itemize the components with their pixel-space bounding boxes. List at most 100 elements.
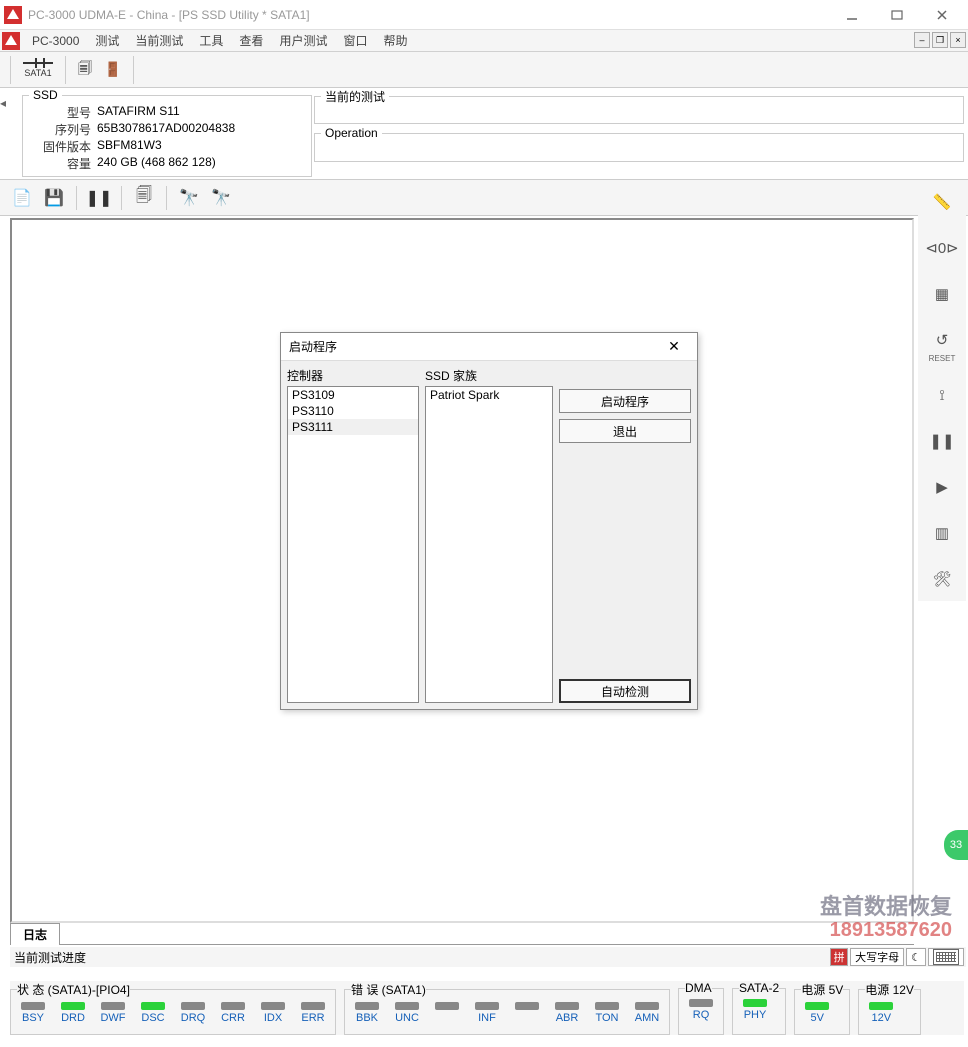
led-label: DWF (100, 1012, 125, 1024)
vpause-button[interactable]: ❚❚ (928, 427, 956, 455)
menu-test[interactable]: 测试 (87, 30, 127, 51)
ssd-row-value: SATAFIRM S11 (97, 104, 305, 121)
connector-icon[interactable]: ⊲0⊳ (928, 234, 956, 262)
led-label: DSC (141, 1012, 164, 1024)
menu-pc3000[interactable]: PC-3000 (24, 32, 87, 50)
status-group: 电源 12V12V (858, 981, 921, 1035)
right-toolbar: 📏 ⊲0⊳ ▦ ↺ RESET ⟟ ❚❚ ▶ ▥ 🛠 (918, 180, 966, 601)
play-icon[interactable]: ▶ (928, 473, 956, 501)
led-light (101, 1002, 125, 1010)
exit-button[interactable]: 🚪 (98, 59, 127, 80)
status-led: PHY (739, 999, 771, 1021)
status-led: 5V (801, 1002, 833, 1024)
led-light (21, 1002, 45, 1010)
collapse-left-icon[interactable]: ◂ (0, 88, 12, 179)
ssd-family-item[interactable]: Patriot Spark (426, 387, 552, 403)
start-program-button[interactable]: 启动程序 (559, 389, 691, 413)
status-led (431, 1002, 463, 1024)
chip-icon[interactable]: ▦ (928, 280, 956, 308)
reset-button[interactable]: ↺ (928, 326, 956, 354)
led-label: BSY (22, 1012, 44, 1024)
ssd-row-label: 固件版本 (29, 138, 91, 155)
minimize-button[interactable] (829, 1, 874, 29)
status-led: BSY (17, 1002, 49, 1024)
find-next-button[interactable]: 🔭 (207, 184, 235, 212)
dialog-close-button[interactable]: ✕ (659, 335, 689, 359)
led-label: IDX (264, 1012, 282, 1024)
status-group-title: 电源 12V (865, 981, 914, 998)
mdi-close-icon[interactable]: × (950, 32, 966, 48)
keyboard-icon[interactable] (928, 948, 964, 966)
led-label: CRR (221, 1012, 245, 1024)
status-led: ERR (297, 1002, 329, 1024)
led-label: INF (478, 1012, 496, 1024)
duplicate-button[interactable]: 🗐 (130, 184, 158, 212)
led-label: DRD (61, 1012, 85, 1024)
menu-user-test[interactable]: 用户测试 (271, 30, 335, 51)
led-light (515, 1002, 539, 1010)
controller-item[interactable]: PS3109 (288, 387, 418, 403)
info-panel: ◂ SSD 型号SATAFIRM S11序列号65B3078617AD00204… (0, 88, 968, 180)
controller-list[interactable]: PS3109PS3110PS3111 (287, 386, 419, 703)
sata1-button[interactable]: SATA1 (17, 60, 59, 80)
window-titlebar: PC-3000 UDMA-E - China - [PS SSD Utility… (0, 0, 968, 30)
status-led: RQ (685, 999, 717, 1021)
mdi-minimize-icon[interactable]: – (914, 32, 930, 48)
log-tab[interactable]: 日志 (10, 923, 60, 945)
controller-item[interactable]: PS3110 (288, 403, 418, 419)
ssd-family-list[interactable]: Patriot Spark (425, 386, 553, 703)
led-label: 5V (811, 1012, 824, 1024)
led-light (61, 1002, 85, 1010)
led-light (595, 1002, 619, 1010)
dialog-title: 启动程序 (289, 338, 659, 355)
exit-dialog-button[interactable]: 退出 (559, 419, 691, 443)
duplicate-icon: 🗐 (136, 184, 152, 211)
menu-view[interactable]: 查看 (231, 30, 271, 51)
maximize-button[interactable] (874, 1, 919, 29)
status-group: SATA-2PHY (732, 981, 786, 1035)
led-light (141, 1002, 165, 1010)
mdi-restore-icon[interactable]: ❐ (932, 32, 948, 48)
new-doc-button[interactable]: 📄 (8, 184, 36, 212)
led-light (181, 1002, 205, 1010)
auto-detect-button[interactable]: 自动检测 (559, 679, 691, 703)
led-label: TON (595, 1012, 618, 1024)
ime-status: 拼 大写字母 ☾ (830, 947, 964, 967)
led-label: ABR (556, 1012, 579, 1024)
ssd-row-value: 240 GB (468 862 128) (97, 155, 305, 172)
resistor-icon[interactable]: ⟟ (928, 381, 956, 409)
ruler-icon[interactable]: 📏 (928, 188, 956, 216)
menu-help[interactable]: 帮助 (375, 30, 415, 51)
ime-mode-label[interactable]: 大写字母 (850, 948, 904, 966)
green-badge[interactable]: 33 (944, 830, 968, 860)
progress-bar: 当前测试进度 (10, 947, 966, 967)
app-icon-small (2, 32, 20, 50)
led-light (301, 1002, 325, 1010)
progress-label: 当前测试进度 (14, 949, 86, 966)
ssd-row-value: SBFM81W3 (97, 138, 305, 155)
save-button[interactable]: 💾 (40, 184, 68, 212)
controller-header: 控制器 (287, 367, 419, 384)
status-led: TON (591, 1002, 623, 1024)
app-icon (4, 6, 22, 24)
save-icon: 💾 (44, 188, 64, 208)
controller-item[interactable]: PS3111 (288, 419, 418, 435)
pause-button[interactable]: ❚❚ (85, 184, 113, 212)
menu-window[interactable]: 窗口 (335, 30, 375, 51)
moon-icon[interactable]: ☾ (906, 948, 926, 966)
ime-indicator-icon[interactable]: 拼 (830, 948, 848, 966)
menu-current-test[interactable]: 当前测试 (127, 30, 191, 51)
microchip-icon[interactable]: ▥ (928, 519, 956, 547)
status-group-title: DMA (685, 981, 712, 995)
find-button[interactable]: 🔭 (175, 184, 203, 212)
copy-button[interactable]: 🗐 (72, 56, 98, 84)
close-button[interactable] (919, 1, 964, 29)
led-label: UNC (395, 1012, 419, 1024)
tools-icon[interactable]: 🛠 (928, 565, 956, 593)
status-led: AMN (631, 1002, 663, 1024)
led-light (355, 1002, 379, 1010)
led-light (221, 1002, 245, 1010)
ssd-legend: SSD (29, 88, 62, 102)
menu-tools[interactable]: 工具 (191, 30, 231, 51)
status-led: DRQ (177, 1002, 209, 1024)
